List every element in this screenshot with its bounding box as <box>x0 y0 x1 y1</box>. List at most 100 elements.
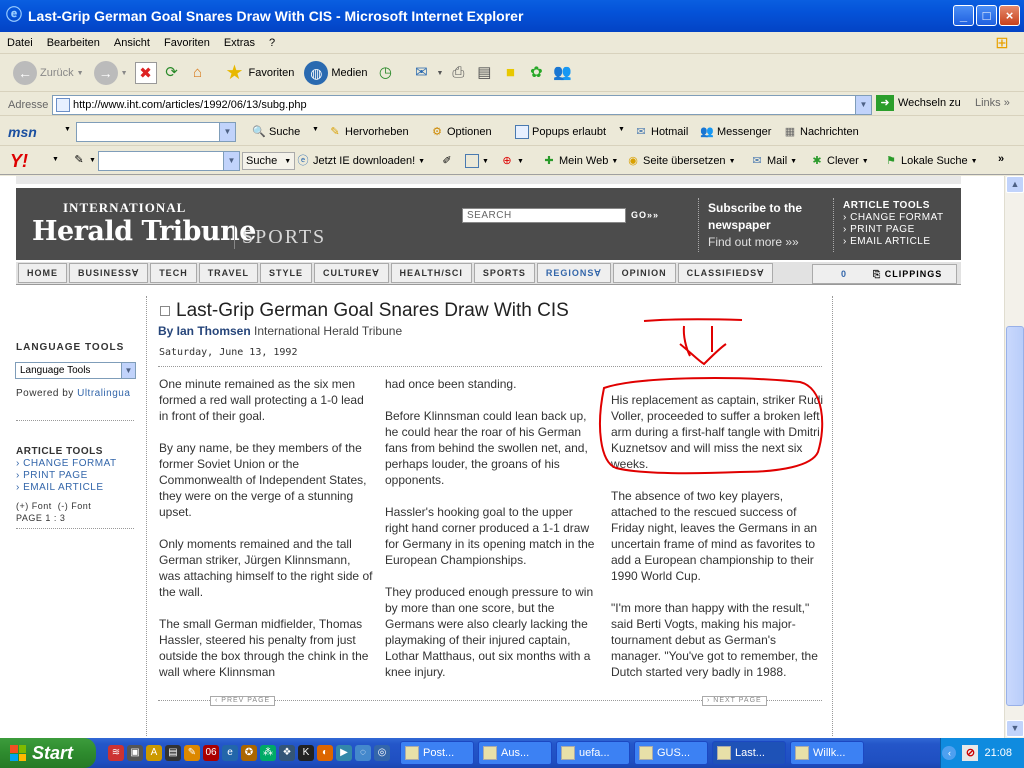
masthead-logo[interactable]: Herald Tribune <box>32 216 256 247</box>
print-icon[interactable]: ⎙ <box>447 62 469 84</box>
taskbar-item[interactable]: uefa... <box>556 741 630 765</box>
clip-article-icon[interactable] <box>160 306 170 316</box>
subscribe-block[interactable]: Subscribe to the newspaper Find out more… <box>708 200 802 251</box>
scroll-thumb[interactable] <box>1006 326 1024 706</box>
app-icon[interactable]: ◎ <box>374 745 390 761</box>
email-article-link[interactable]: › EMAIL ARTICLE <box>16 482 117 494</box>
yahoo-dropdown-icon[interactable]: ▼ <box>52 156 59 163</box>
antivirus-icon[interactable]: ⊘ <box>962 745 979 761</box>
highlight-button[interactable]: ✎ Hervorheben <box>328 125 408 139</box>
font-increase-link[interactable]: (+) Font <box>16 501 52 511</box>
menu-favoriten[interactable]: Favoriten <box>157 37 217 49</box>
language-dropdown-icon[interactable]: ▼ <box>121 363 135 378</box>
media-button[interactable]: ◍ Medien <box>301 59 370 87</box>
popups-dropdown-icon[interactable]: ▼ <box>618 126 625 133</box>
options-button[interactable]: ⚙ Optionen <box>430 125 492 139</box>
nav-travel[interactable]: TRAVEL <box>198 263 259 283</box>
back-button[interactable]: ← Zurück ▼ <box>10 59 87 87</box>
taskbar-item[interactable]: Aus... <box>478 741 552 765</box>
back-dropdown-icon[interactable]: ▼ <box>77 70 84 77</box>
local-search-button[interactable]: ⚑ Lokale Suche ▼ <box>884 154 978 168</box>
tray-expand-icon[interactable]: ‹ <box>942 746 957 760</box>
minimize-button[interactable]: _ <box>953 5 974 26</box>
site-search-input[interactable]: SEARCH <box>462 208 626 223</box>
history-icon[interactable]: ◷ <box>374 62 396 84</box>
yahoo-mail-button[interactable]: ✉ Mail ▼ <box>750 154 797 168</box>
app-icon[interactable]: ✎ <box>184 745 200 761</box>
icq-icon[interactable]: ✿ <box>525 62 547 84</box>
app-icon[interactable]: ▣ <box>127 745 143 761</box>
target-button[interactable]: ⊕ ▼ <box>500 154 524 168</box>
forward-dropdown-icon[interactable]: ▼ <box>121 70 128 77</box>
nav-opinion[interactable]: OPINION <box>612 263 676 283</box>
yahoo-logo[interactable]: Y! <box>10 151 28 172</box>
app-icon[interactable]: ⁂ <box>260 745 276 761</box>
msn-logo[interactable]: msn <box>8 124 37 140</box>
nav-business[interactable]: BUSINESS∀ <box>69 263 149 283</box>
nav-home[interactable]: HOME <box>18 263 67 283</box>
clever-button[interactable]: ✱ Clever ▼ <box>810 154 868 168</box>
refresh-icon[interactable]: ⟳ <box>161 62 183 84</box>
app-icon[interactable]: ▤ <box>165 745 181 761</box>
layout-button[interactable]: ▼ <box>465 154 489 168</box>
mail-icon[interactable]: ✉ <box>410 62 432 84</box>
vertical-scrollbar[interactable]: ▲ ▼ <box>1004 176 1024 738</box>
menu-ansicht[interactable]: Ansicht <box>107 37 157 49</box>
discuss-icon[interactable]: ■ <box>499 62 521 84</box>
menu-help[interactable]: ? <box>262 37 282 49</box>
msn-search-input[interactable]: ▼ <box>76 122 236 142</box>
edit-icon[interactable]: ▤ <box>473 62 495 84</box>
ie-download-button[interactable]: ⓔ Jetzt IE downloaden! ▼ <box>296 154 426 168</box>
mail-dropdown-icon[interactable]: ▼ <box>436 70 443 77</box>
hotmail-button[interactable]: ✉ Hotmail <box>634 125 688 139</box>
home-icon[interactable]: ⌂ <box>187 62 209 84</box>
firefox-icon[interactable]: ◐ <box>317 745 333 761</box>
close-button[interactable]: × <box>999 5 1020 26</box>
news-button[interactable]: ▦ Nachrichten <box>783 125 859 139</box>
maximize-button[interactable]: □ <box>976 5 997 26</box>
msn-search-button[interactable]: 🔍 Suche <box>252 125 300 139</box>
myweb-button[interactable]: ✚ Mein Web ▼ <box>542 154 618 168</box>
app-icon[interactable]: ◌ <box>355 745 371 761</box>
scroll-down-icon[interactable]: ▼ <box>1006 720 1024 737</box>
messenger-icon[interactable]: 👥 <box>551 62 573 84</box>
msn-dropdown-icon[interactable]: ▼ <box>64 126 71 133</box>
stop-icon[interactable]: ✖ <box>134 62 157 84</box>
clippings-button[interactable]: 0 ⎘ CLIPPINGS <box>812 264 957 284</box>
nav-culture[interactable]: CULTURE∀ <box>314 263 389 283</box>
messenger-button[interactable]: 👥 Messenger <box>700 125 771 139</box>
nav-tech[interactable]: TECH <box>150 263 197 283</box>
start-button[interactable]: Start <box>0 738 96 768</box>
clock[interactable]: 21:08 <box>984 747 1012 759</box>
eraser-button[interactable]: ✐ <box>440 154 454 168</box>
ultralingua-link[interactable]: Ultralingua <box>77 388 130 399</box>
links-button[interactable]: Links » <box>975 97 1010 109</box>
menu-extras[interactable]: Extras <box>217 37 262 49</box>
yahoo-pen-button[interactable]: ✎ ▼ <box>72 153 96 167</box>
author-link[interactable]: By Ian Thomsen <box>158 324 251 338</box>
language-tools-select[interactable]: Language Tools ▼ <box>15 362 136 379</box>
favorites-button[interactable]: ★ Favoriten <box>221 60 298 86</box>
yahoo-more-button[interactable]: » <box>998 153 1004 165</box>
taskbar-item[interactable]: GUS... <box>634 741 708 765</box>
taskbar-item-active[interactable]: Last... <box>712 741 786 765</box>
masthead-change-format-link[interactable]: › CHANGE FORMAT <box>843 212 944 224</box>
font-decrease-link[interactable]: (-) Font <box>58 501 92 511</box>
address-dropdown-icon[interactable]: ▼ <box>855 96 871 114</box>
masthead-print-page-link[interactable]: › PRINT PAGE <box>843 224 944 236</box>
nav-regions[interactable]: REGIONS∀ <box>536 263 611 283</box>
yahoo-search-input[interactable]: ▼ <box>98 151 240 171</box>
translate-button[interactable]: ◉ Seite übersetzen ▼ <box>626 154 735 168</box>
popups-button[interactable]: Popups erlaubt <box>515 125 606 139</box>
scroll-up-icon[interactable]: ▲ <box>1006 176 1024 193</box>
msn-search-dropdown-icon[interactable]: ▼ <box>219 123 235 141</box>
app-icon[interactable]: ▶ <box>336 745 352 761</box>
next-page-button[interactable]: › NEXT PAGE <box>702 696 767 706</box>
site-search-go-button[interactable]: GO»» <box>631 210 659 220</box>
app-icon[interactable]: ✪ <box>241 745 257 761</box>
rss-icon[interactable]: ≋ <box>108 745 124 761</box>
app-icon[interactable]: K <box>298 745 314 761</box>
app-icon[interactable]: A <box>146 745 162 761</box>
app-icon[interactable]: 06 <box>203 745 219 761</box>
taskbar-item[interactable]: Willk... <box>790 741 864 765</box>
